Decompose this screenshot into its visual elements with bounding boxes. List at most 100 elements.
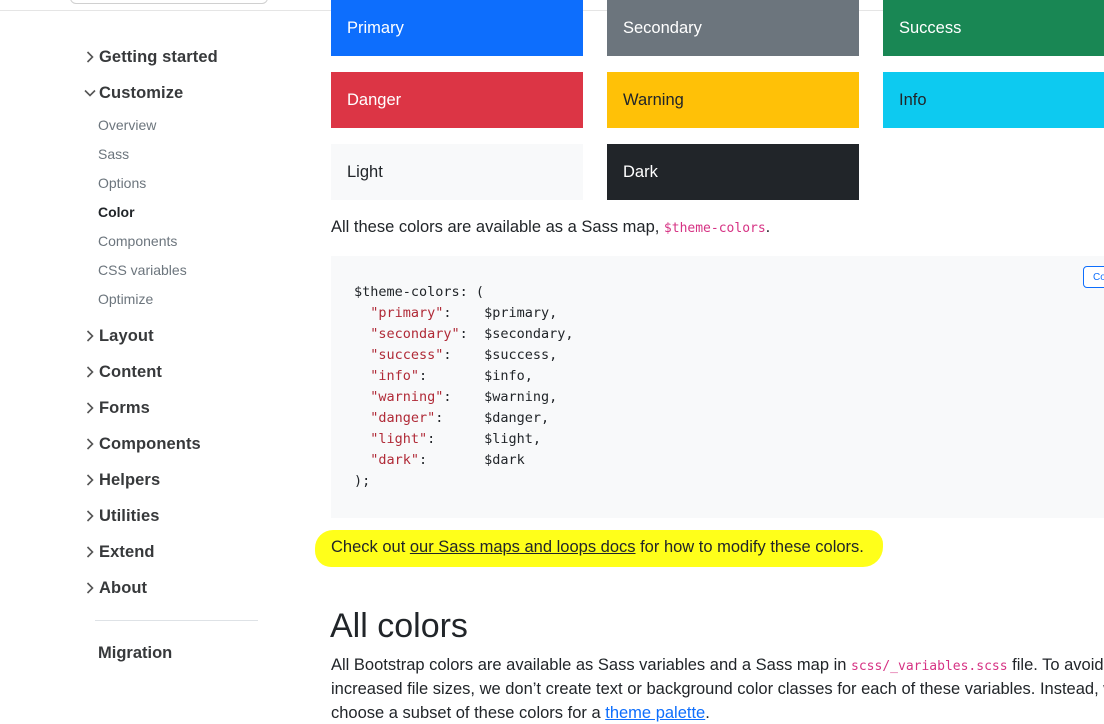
swatch-label: Info: [899, 90, 927, 109]
chevron-right-icon: [82, 544, 98, 560]
code-value: $danger,: [484, 410, 550, 426]
code-key: "success": [370, 347, 444, 363]
note-text: for how to modify these colors.: [635, 538, 864, 556]
code-sep: :: [419, 368, 485, 384]
swatch-label: Light: [347, 162, 383, 181]
code-sep: :: [443, 389, 485, 405]
code-line: $theme-colors: (: [354, 284, 485, 300]
swatch-label: Success: [899, 18, 962, 37]
sidebar-group-label: Utilities: [99, 506, 160, 525]
docs-sidebar: Getting started Customize Overview Sass …: [0, 10, 300, 724]
sidebar-group-label: Forms: [99, 398, 150, 417]
sidebar-group-extend[interactable]: Extend: [82, 537, 155, 567]
code-value: $secondary,: [484, 326, 574, 342]
code-value: $success,: [484, 347, 558, 363]
chevron-right-icon: [82, 400, 98, 416]
inline-code: $theme-colors: [663, 221, 766, 236]
theme-palette-link[interactable]: theme palette: [605, 704, 705, 722]
swatch-label: Warning: [623, 90, 684, 109]
swatch-dark: Dark: [607, 144, 859, 200]
code-sep: :: [427, 431, 485, 447]
code-value: $warning,: [484, 389, 558, 405]
sidebar-item-sass[interactable]: Sass: [98, 146, 129, 162]
code-key: "secondary": [370, 326, 460, 342]
sass-maps-loops-link[interactable]: our Sass maps and loops docs: [410, 538, 636, 556]
sass-map-note: All these colors are available as a Sass…: [331, 218, 770, 237]
code-sep: :: [443, 305, 485, 321]
code-content: $theme-colors: ( "primary": $primary, "s…: [354, 282, 573, 492]
note-text: .: [765, 218, 771, 236]
sidebar-group-customize[interactable]: Customize: [82, 78, 183, 108]
swatch-warning: Warning: [607, 72, 859, 128]
sidebar-group-components[interactable]: Components: [82, 429, 201, 459]
all-colors-line-2: increased file sizes, we don’t create te…: [331, 680, 1104, 698]
chevron-down-icon: [82, 85, 98, 101]
sidebar-item-optimize[interactable]: Optimize: [98, 291, 153, 307]
sidebar-group-label: Helpers: [99, 470, 161, 489]
code-key: "info": [370, 368, 420, 384]
chevron-right-icon: [82, 49, 98, 65]
all-colors-line-1: All Bootstrap colors are available as Sa…: [331, 656, 1104, 675]
chevron-right-icon: [82, 364, 98, 380]
sidebar-group-forms[interactable]: Forms: [82, 393, 150, 423]
code-key: "warning": [370, 389, 444, 405]
code-key: "danger": [370, 410, 436, 426]
swatch-secondary: Secondary: [607, 0, 859, 56]
sidebar-group-layout[interactable]: Layout: [82, 321, 154, 351]
code-line: );: [354, 473, 371, 489]
code-key: "light": [370, 431, 428, 447]
sidebar-item-options[interactable]: Options: [98, 175, 146, 191]
all-colors-line-3: choose a subset of these colors for a th…: [331, 704, 710, 723]
sidebar-group-getting-started[interactable]: Getting started: [82, 42, 218, 72]
code-sep: :: [443, 347, 485, 363]
swatch-primary: Primary: [331, 0, 583, 56]
inline-code: scss/_variables.scss: [851, 659, 1008, 674]
note-text: Check out: [331, 538, 410, 556]
swatch-success: Success: [883, 0, 1104, 56]
chevron-right-icon: [82, 328, 98, 344]
swatch-label: Danger: [347, 90, 402, 109]
chevron-right-icon: [82, 472, 98, 488]
code-value: $dark: [484, 452, 525, 468]
sidebar-item-overview[interactable]: Overview: [98, 117, 156, 133]
swatch-light: Light: [331, 144, 583, 200]
code-sep: :: [459, 326, 485, 342]
sidebar-group-label: About: [99, 578, 148, 597]
search-input[interactable]: [70, 0, 268, 4]
chevron-right-icon: [82, 436, 98, 452]
code-value: $info,: [484, 368, 533, 384]
check-out-note: Check out our Sass maps and loops docs f…: [331, 538, 864, 557]
sidebar-item-color[interactable]: Color: [98, 204, 135, 220]
sidebar-group-label: Customize: [99, 83, 184, 102]
section-heading-all-colors: All colors: [330, 607, 468, 645]
sidebar-item-migration[interactable]: Migration: [98, 644, 172, 663]
code-value: $light,: [484, 431, 541, 447]
swatch-label: Secondary: [623, 18, 702, 37]
sidebar-item-components[interactable]: Components: [98, 233, 177, 249]
sidebar-item-css-variables[interactable]: CSS variables: [98, 262, 187, 278]
body-text: choose a subset of these colors for a: [331, 704, 606, 722]
code-key: "dark": [370, 452, 420, 468]
sidebar-group-helpers[interactable]: Helpers: [82, 465, 160, 495]
code-value: $primary,: [484, 305, 558, 321]
code-block: Copy $theme-colors: ( "primary": $primar…: [331, 256, 1104, 518]
body-text: .: [705, 704, 710, 722]
swatch-label: Dark: [623, 162, 658, 181]
code-sep: :: [435, 410, 485, 426]
chevron-right-icon: [82, 508, 98, 524]
body-text: file. To avoid: [1007, 656, 1104, 674]
swatch-danger: Danger: [331, 72, 583, 128]
body-text: All Bootstrap colors are available as Sa…: [331, 656, 852, 674]
sidebar-group-utilities[interactable]: Utilities: [82, 501, 160, 531]
note-text: All these colors are available as a Sass…: [331, 218, 664, 236]
sidebar-divider: [95, 620, 258, 621]
code-sep: :: [419, 452, 485, 468]
sidebar-group-content[interactable]: Content: [82, 357, 162, 387]
copy-button[interactable]: Copy: [1083, 266, 1104, 288]
sidebar-group-about[interactable]: About: [82, 573, 147, 603]
sidebar-group-label: Layout: [99, 326, 154, 345]
chevron-right-icon: [82, 580, 98, 596]
sidebar-group-label: Content: [99, 362, 163, 381]
swatch-info: Info: [883, 72, 1104, 128]
sidebar-group-label: Getting started: [99, 47, 218, 66]
